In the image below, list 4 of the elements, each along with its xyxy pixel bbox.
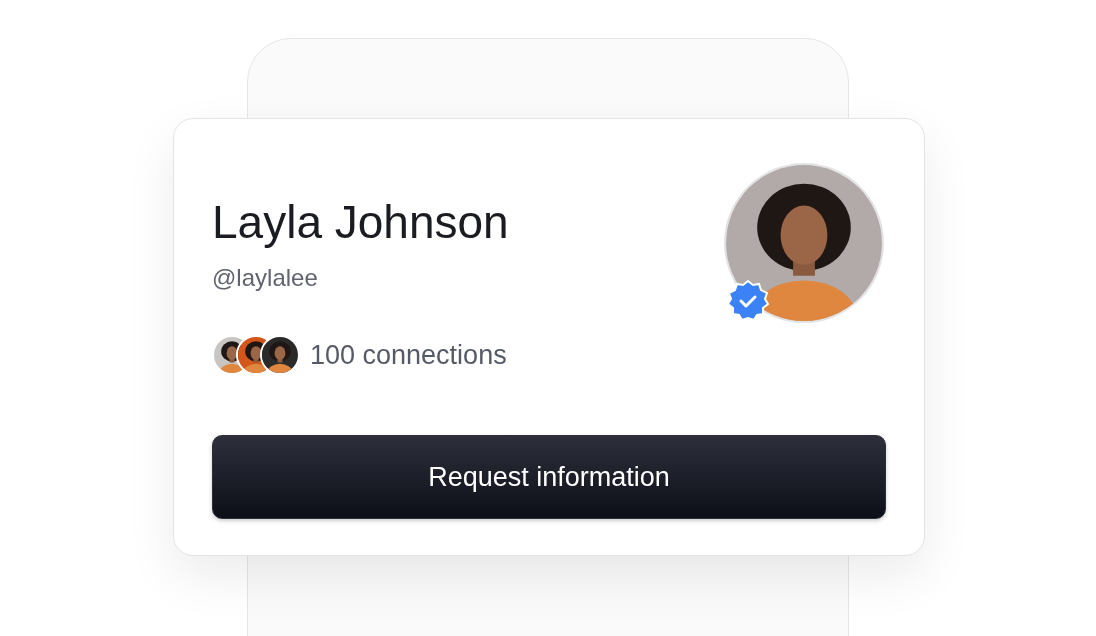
connections-count: 100 connections (310, 339, 507, 371)
request-information-button[interactable]: Request information (212, 435, 886, 519)
profile-handle: @laylalee (212, 263, 319, 292)
profile-name: Layla Johnson (212, 197, 509, 248)
